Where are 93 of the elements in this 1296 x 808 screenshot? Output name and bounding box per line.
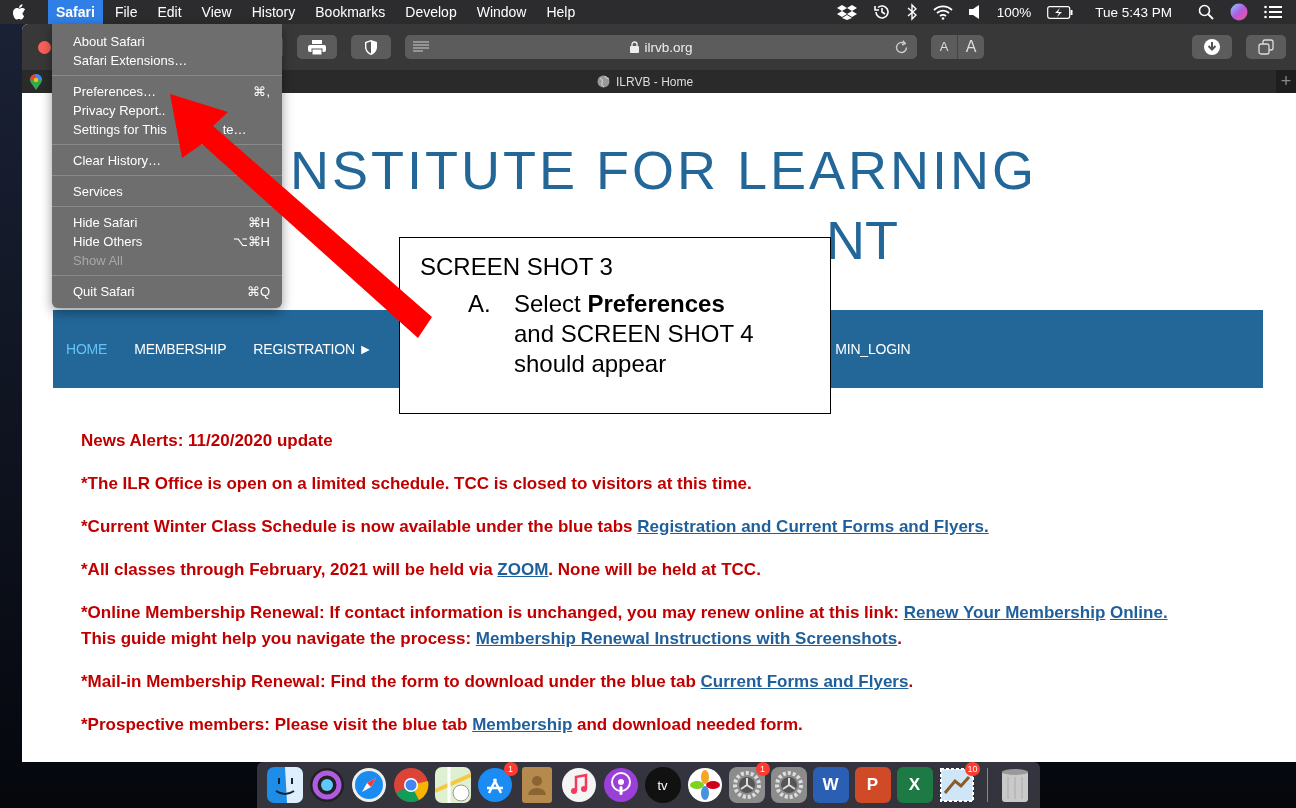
letter-app-icon[interactable]: X [896,767,933,803]
trash-icon[interactable] [999,767,1030,803]
link[interactable]: Current Forms and Flyers [700,672,909,691]
gear-app-icon[interactable] [770,767,807,803]
menu-bar-item[interactable]: Window [468,0,535,24]
step-marker: A. [468,289,492,319]
wifi-icon[interactable] [932,4,953,20]
menu-item[interactable]: Clear History… [52,150,162,170]
privacy-shield-button[interactable] [351,35,391,59]
bluetooth-icon[interactable] [906,3,917,21]
flower-app-icon[interactable] [686,767,723,803]
history-clock-icon[interactable] [872,3,891,21]
printer-icon [308,39,326,55]
address-bar[interactable]: ilrvb.org [405,35,917,59]
globe-icon [597,75,610,88]
menu-bar-item[interactable]: File [106,0,146,24]
downloads-button[interactable] [1192,35,1232,59]
letter-app-icon[interactable]: W [812,767,849,803]
menu-item[interactable]: About Safari [52,31,145,51]
shield-icon [365,39,377,55]
menu-item[interactable]: Hide Others ⌥⌘H [52,231,270,251]
smiling-face-app-icon[interactable] [266,767,303,803]
dropbox-icon[interactable] [836,4,857,20]
clock[interactable]: Tue 5:43 PM [1095,4,1172,20]
menu-list-icon[interactable] [1264,5,1282,19]
notification-badge: 10 [965,762,980,776]
callout-heading: SCREEN SHOT 3 [420,252,614,282]
news-paragraph: *Online Membership Renewal: If contact information is unchanged, you may renew online at this link: Renew Your Membership Online. This guide might help you navigate the process: Membership Renewal Instructions with Screenshots. [81,602,1169,650]
news-paragraph: *Current Winter Class Schedule is now available under the blue tabs Registration and Current Forms and Flyers. [81,516,990,538]
text-size-button[interactable]: A [958,35,984,59]
link[interactable]: Registration and Current Forms and Flyers. [637,517,989,536]
search-icon[interactable] [1198,4,1214,20]
notification-badge: 1 [503,762,518,776]
tab-overview-button[interactable] [1246,35,1286,59]
gear-app-icon[interactable] [728,767,765,803]
menu-item[interactable]: Safari Extensions… [52,50,188,70]
tv-app-icon[interactable]: tv [644,767,681,803]
menu-item[interactable]: Preferences… ⌘, [52,81,270,101]
music-note-app-icon[interactable] [560,767,597,803]
browser-tab[interactable]: ILRVB - Home [597,74,694,89]
news-paragraph: *Mail-in Membership Renewal: Find the form to download under the blue tab Current Forms and Flyers. [81,671,915,693]
nav-link[interactable]: REGISTRATION ► [253,341,373,357]
nav-link[interactable]: MEMBERSHIP [134,341,227,357]
tabs-icon [1258,39,1274,55]
link[interactable]: Membership [472,715,573,734]
print-button[interactable] [297,35,337,59]
menu-item[interactable]: Settings for This te… [52,119,247,139]
battery-percentage: 100% [996,4,1032,20]
site-title: NT [826,209,898,272]
browser-ring-app-icon[interactable] [392,767,429,803]
menu-bar-item[interactable]: Help [538,0,584,24]
news-paragraph: *All classes through February, 2021 will be held via ZOOM. None will be held at TCC. [81,559,762,581]
map-pin-icon[interactable] [30,73,42,90]
apple-logo-icon[interactable] [12,4,26,20]
news-paragraph: News Alerts: 11/20/2020 update [81,430,334,452]
menu-item[interactable]: Services [52,181,123,201]
link[interactable]: ZOOM [497,560,549,579]
link[interactable]: Membership Renewal Instructions with Screenshots [475,629,898,648]
url-text: ilrvb.org [644,39,693,55]
text-size-button[interactable]: A [931,35,958,59]
menu-item[interactable]: Privacy Report.. [52,100,166,120]
download-icon [1204,39,1220,55]
notification-badge: 1 [755,762,770,776]
menu-bar-item[interactable]: View [193,0,240,24]
reload-icon[interactable] [894,39,909,55]
map-app-icon[interactable] [434,767,471,803]
menu-bar-item[interactable]: Edit [149,0,190,24]
site-title: NSTITUTE FOR LEARNING [290,139,1038,202]
stamp-app-icon[interactable] [938,767,975,803]
link[interactable]: Renew Your Membership [903,603,1106,622]
menu-bar-item[interactable]: Safari [48,0,103,24]
news-paragraph: *Prospective members: Please visit the blue tab Membership and download needed form. [81,714,804,736]
new-tab-button[interactable]: + [1276,70,1296,93]
nav-link[interactable]: HOME [66,341,108,357]
menu-bar-item[interactable]: Develop [397,0,465,24]
menu-item[interactable]: Quit Safari ⌘Q [52,281,270,301]
app-store-icon[interactable] [476,767,513,803]
battery-icon[interactable] [1047,5,1074,19]
menu-bar-item[interactable]: Bookmarks [307,0,394,24]
menu-item[interactable]: Hide Safari ⌘H [52,212,270,232]
podcast-app-icon[interactable] [602,767,639,803]
volume-icon[interactable] [968,5,981,19]
compass-app-icon[interactable] [350,767,387,803]
step-instruction: Select Preferences and SCREEN SHOT 4 should appear [514,289,755,379]
nav-link[interactable]: MIN_LOGIN [835,341,911,357]
letter-app-icon[interactable]: P [854,767,891,803]
close-button[interactable] [38,40,51,54]
swirl-app-icon[interactable] [308,767,345,803]
news-paragraph: *The ILR Office is open on a limited schedule. TCC is closed to visitors at this time. [81,473,753,495]
link[interactable]: Online. [1110,603,1168,622]
siri-icon[interactable] [1230,3,1248,21]
lock-icon [630,41,640,53]
menu-bar-item[interactable]: History [243,0,304,24]
